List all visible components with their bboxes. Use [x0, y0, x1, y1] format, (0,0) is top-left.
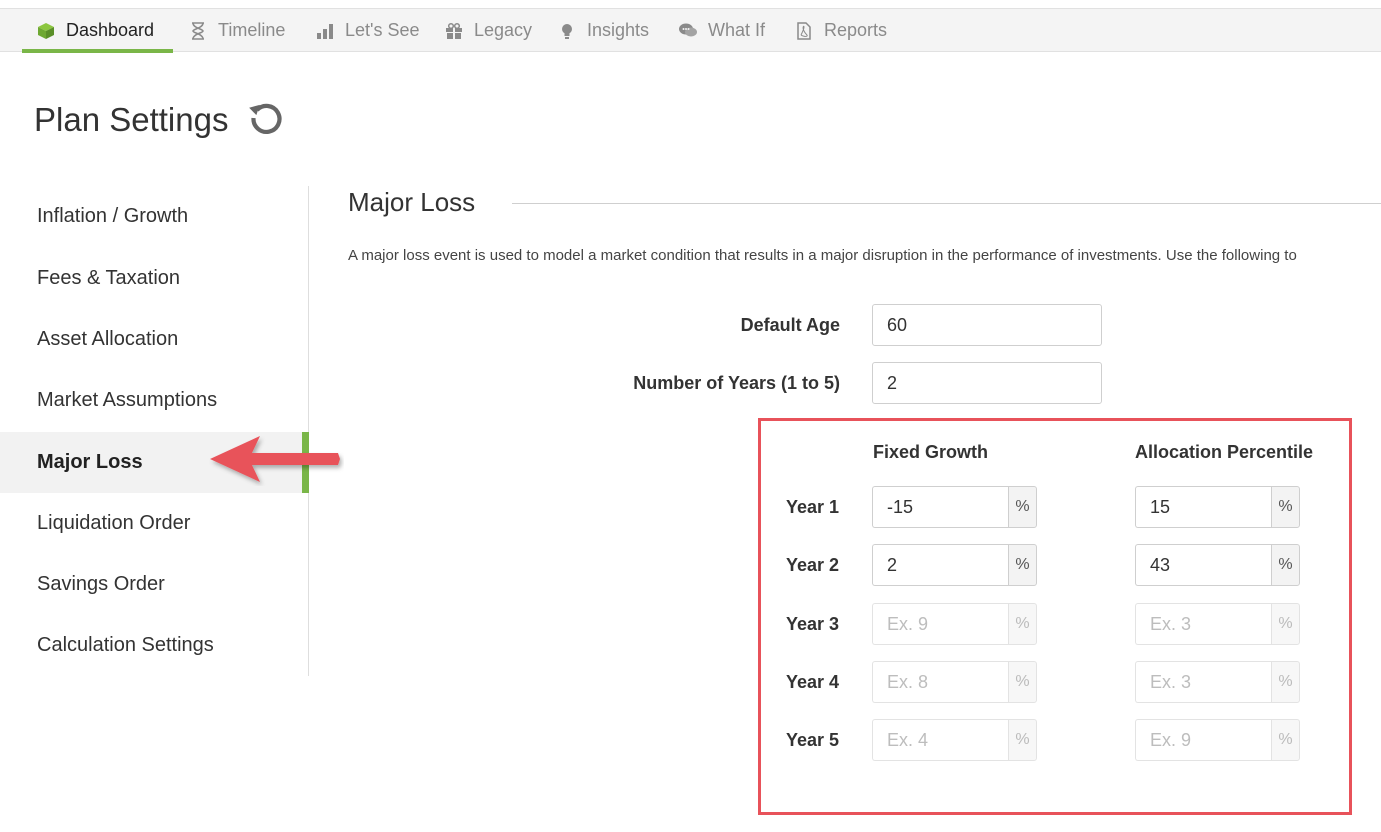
default-age-label: Default Age — [740, 315, 840, 335]
tab-label: Reports — [824, 20, 888, 40]
tab-label: Timeline — [218, 20, 286, 40]
year-4-fixed-growth-group: % — [872, 661, 1037, 703]
bar-chart-icon — [315, 21, 335, 41]
year-1-fixed-growth-group: % — [872, 486, 1037, 528]
hourglass-icon — [188, 21, 208, 41]
percent-addon: % — [1271, 486, 1300, 528]
year-4-fixed-growth-input[interactable] — [872, 661, 1008, 703]
year-3-fixed-growth-input[interactable] — [872, 603, 1008, 645]
top-nav: Dashboard Timeline Let's See Legacy Insi… — [0, 8, 1381, 53]
tab-legacy[interactable]: Legacy — [430, 9, 546, 52]
cube-icon — [36, 21, 56, 41]
year-1-allocation-group: % — [1135, 486, 1300, 528]
allocation-percentile-header: Allocation Percentile — [1135, 442, 1314, 462]
year-5-label: Year 5 — [786, 730, 840, 750]
section-description: A major loss event is used to model a ma… — [348, 247, 1297, 264]
year-2-allocation-input[interactable] — [1135, 544, 1271, 586]
percent-addon: % — [1008, 486, 1037, 528]
settings-sidebar: Inflation / Growth Fees & Taxation Asset… — [0, 186, 309, 676]
tab-what-if[interactable]: What If — [664, 9, 779, 52]
sidebar-item-label: Fees & Taxation — [37, 267, 181, 289]
section-title: Major Loss — [348, 187, 476, 217]
year-2-label: Year 2 — [786, 555, 840, 575]
tab-timeline[interactable]: Timeline — [174, 9, 299, 52]
year-5-allocation-input[interactable] — [1135, 719, 1271, 761]
fixed-growth-header: Fixed Growth — [873, 442, 989, 462]
percent-addon: % — [1271, 544, 1300, 586]
year-5-fixed-growth-input[interactable] — [872, 719, 1008, 761]
year-5-fixed-growth-group: % — [872, 719, 1037, 761]
sidebar-item-liquidation-order[interactable]: Liquidation Order — [0, 493, 308, 554]
sidebar-item-market-assumptions[interactable]: Market Assumptions — [0, 370, 308, 431]
percent-addon: % — [1008, 544, 1037, 586]
tab-label: Legacy — [474, 20, 533, 40]
year-3-allocation-group: % — [1135, 603, 1300, 645]
tab-dashboard[interactable]: Dashboard — [22, 9, 173, 53]
percent-addon: % — [1271, 719, 1300, 761]
percent-addon: % — [1271, 661, 1300, 703]
sidebar-item-savings-order[interactable]: Savings Order — [0, 554, 308, 615]
sidebar-item-label: Liquidation Order — [37, 512, 191, 534]
year-2-allocation-group: % — [1135, 544, 1300, 586]
tab-label: What If — [708, 20, 766, 40]
sidebar-item-label: Asset Allocation — [37, 328, 179, 350]
tab-label: Insights — [587, 20, 650, 40]
sidebar-item-inflation-growth[interactable]: Inflation / Growth — [0, 186, 308, 247]
year-1-allocation-input[interactable] — [1135, 486, 1271, 528]
tab-reports[interactable]: Reports — [780, 9, 901, 52]
tab-lets-see[interactable]: Let's See — [301, 9, 434, 52]
annotation-arrow-icon — [210, 436, 340, 482]
percent-addon: % — [1008, 719, 1037, 761]
year-3-fixed-growth-group: % — [872, 603, 1037, 645]
sidebar-item-label: Savings Order — [37, 573, 165, 595]
year-1-fixed-growth-input[interactable] — [872, 486, 1008, 528]
sidebar-item-fees-taxation[interactable]: Fees & Taxation — [0, 248, 308, 309]
sidebar-item-label: Major Loss — [37, 451, 143, 473]
year-4-allocation-group: % — [1135, 661, 1300, 703]
sidebar-item-label: Inflation / Growth — [37, 205, 189, 227]
section-divider — [512, 203, 1381, 204]
chat-icon — [678, 21, 698, 41]
percent-addon: % — [1008, 603, 1037, 645]
year-3-label: Year 3 — [786, 614, 840, 634]
sidebar-item-asset-allocation[interactable]: Asset Allocation — [0, 309, 308, 370]
number-of-years-input[interactable] — [872, 362, 1102, 404]
sidebar-item-label: Market Assumptions — [37, 389, 218, 411]
tab-label: Let's See — [345, 20, 420, 40]
year-3-allocation-input[interactable] — [1135, 603, 1271, 645]
page-title: Plan Settings — [34, 101, 229, 138]
year-1-label: Year 1 — [786, 497, 840, 517]
year-2-fixed-growth-input[interactable] — [872, 544, 1008, 586]
year-4-label: Year 4 — [786, 672, 840, 692]
year-5-allocation-group: % — [1135, 719, 1300, 761]
year-2-fixed-growth-group: % — [872, 544, 1037, 586]
year-4-allocation-input[interactable] — [1135, 661, 1271, 703]
percent-addon: % — [1008, 661, 1037, 703]
pdf-file-icon — [794, 21, 814, 41]
number-of-years-label: Number of Years (1 to 5) — [633, 373, 840, 393]
sidebar-item-label: Calculation Settings — [37, 634, 214, 656]
gift-icon — [444, 21, 464, 41]
tab-insights[interactable]: Insights — [543, 9, 663, 52]
sidebar-item-calculation-settings[interactable]: Calculation Settings — [0, 615, 308, 676]
tab-label: Dashboard — [66, 20, 155, 40]
percent-addon: % — [1271, 603, 1300, 645]
refresh-icon[interactable] — [247, 101, 285, 139]
default-age-input[interactable] — [872, 304, 1102, 346]
lightbulb-icon — [557, 21, 577, 41]
